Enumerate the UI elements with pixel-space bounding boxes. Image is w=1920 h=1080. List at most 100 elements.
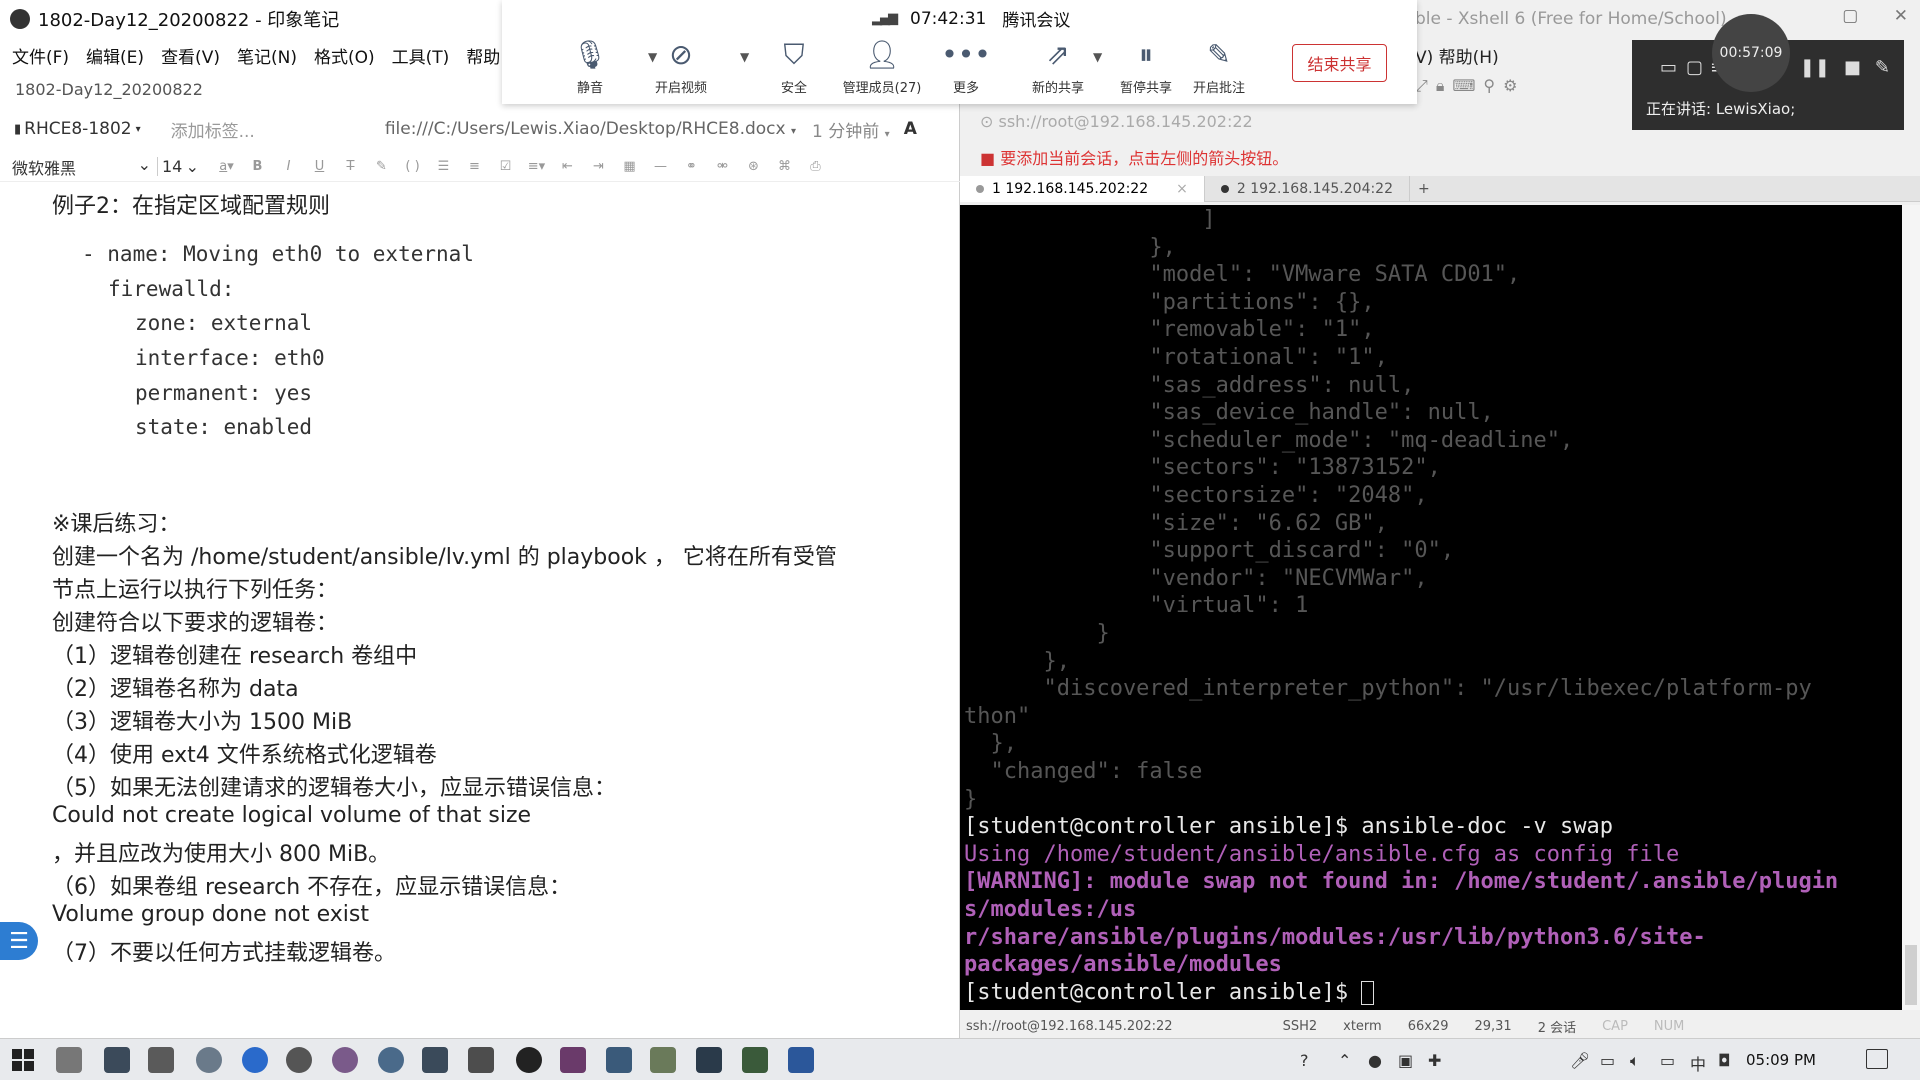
stop-icon[interactable]: ■	[1844, 57, 1861, 78]
security-button[interactable]: ⛉ 安全	[754, 38, 834, 96]
app-icon[interactable]	[742, 1047, 768, 1073]
print-icon[interactable]: ⎙	[800, 159, 831, 174]
tray-app-icon[interactable]: ▣	[1398, 1051, 1413, 1070]
video-button[interactable]: ⊘ 开启视频	[631, 38, 731, 96]
terminal-icon[interactable]	[696, 1047, 722, 1073]
file-explorer-icon[interactable]	[148, 1047, 174, 1073]
menu-edit[interactable]: 编辑(E)	[86, 43, 144, 68]
add-tab-icon[interactable]: +	[1418, 181, 1430, 197]
keyboard-icon[interactable]: ⌨	[1452, 76, 1483, 95]
numbered-list-icon[interactable]: ≡	[459, 159, 490, 174]
new-share-button[interactable]: ⇗ 新的共享	[1018, 38, 1098, 96]
scrollbar-thumb[interactable]	[1905, 945, 1917, 1005]
menu-format[interactable]: 格式(O)	[314, 43, 375, 68]
notebook-selector[interactable]: ▮ RHCE8-1802 ▾	[14, 119, 141, 139]
outdent-icon[interactable]: ⇤	[552, 159, 583, 174]
code-icon[interactable]: ( )	[397, 159, 428, 174]
align-icon[interactable]: ≡▾	[521, 159, 552, 174]
font-size-select[interactable]: 14 ⌄	[157, 157, 199, 176]
note-editor[interactable]: 例子2：在指定区域配置规则 - name: Moving eth0 to ext…	[0, 186, 955, 1038]
plugin-icon[interactable]: ⚙	[1503, 76, 1525, 95]
help-icon[interactable]: ?	[1300, 1051, 1309, 1070]
app-icon[interactable]	[286, 1047, 312, 1073]
note-source-url[interactable]: file:///C:/Users/Lewis.Xiao/Desktop/RHCE…	[385, 119, 796, 139]
bullet-list-icon[interactable]: ☰	[428, 159, 459, 174]
tab-session-1[interactable]: 1 192.168.145.202:22 ×	[960, 175, 1205, 202]
clear-format-icon[interactable]: ⌘	[769, 159, 800, 174]
chevron-down-icon[interactable]: ▼	[1093, 50, 1102, 64]
app-icon[interactable]	[650, 1047, 676, 1073]
unlink-icon[interactable]: ⚮	[707, 159, 738, 174]
app-icon[interactable]	[378, 1047, 404, 1073]
ime-icon[interactable]: 中	[1690, 1051, 1706, 1075]
tray-app-icon[interactable]: ●	[1368, 1051, 1382, 1070]
menu-tools[interactable]: 工具(T)	[392, 43, 450, 68]
taskbar-clock[interactable]: 05:09 PM	[1746, 1051, 1816, 1069]
terminal-scrollbar[interactable]	[1902, 205, 1920, 1010]
browser-icon[interactable]	[196, 1047, 222, 1073]
bold-icon[interactable]: B	[242, 159, 273, 174]
tray-app-icon[interactable]: ✚	[1428, 1051, 1441, 1070]
note-updated-time[interactable]: 1 分钟前 ▾	[812, 117, 890, 142]
minimize-icon[interactable]: ▭	[1660, 57, 1677, 78]
windows-start-icon[interactable]	[12, 1049, 34, 1071]
xshell-menu[interactable]: V) 帮助(H)	[1415, 43, 1499, 68]
more-button[interactable]: ••• 更多	[926, 38, 1006, 96]
tray-app-icon[interactable]: ◘	[1718, 1051, 1731, 1070]
app-icon[interactable]	[422, 1047, 448, 1073]
close-icon[interactable]: ×	[1176, 181, 1188, 197]
pause-share-button[interactable]: ⏸︎ 暂停共享	[1106, 38, 1186, 96]
window-icon[interactable]: ▢	[1686, 57, 1703, 78]
text-color-icon[interactable]: a▾	[211, 159, 242, 174]
manage-members-button[interactable]: 👤︎ 管理成员(27)	[832, 38, 932, 96]
highlight-icon[interactable]: ✎	[366, 159, 397, 174]
app-icon[interactable]	[560, 1047, 586, 1073]
pin-icon[interactable]: ⚲	[1483, 76, 1503, 95]
pen-icon[interactable]: ✎	[1875, 57, 1890, 78]
pause-icon[interactable]: ❚❚	[1800, 57, 1830, 78]
app-icon[interactable]	[104, 1047, 130, 1073]
task-view-icon[interactable]	[56, 1047, 82, 1073]
strikethrough-icon[interactable]: T	[335, 159, 366, 174]
italic-icon[interactable]: I	[273, 159, 304, 174]
word-icon[interactable]	[788, 1047, 814, 1073]
fullscreen-icon[interactable]: ⤢	[1415, 76, 1436, 95]
divider-icon[interactable]: —	[645, 159, 676, 174]
menu-file[interactable]: 文件(F)	[12, 43, 69, 68]
mute-button[interactable]: 🎙︎ 静音	[550, 38, 630, 96]
microphone-icon[interactable]: 🎤︎	[1570, 1051, 1590, 1070]
lock-icon[interactable]: 🔒︎	[1436, 76, 1453, 95]
obs-icon[interactable]	[516, 1047, 542, 1073]
annotate-button[interactable]: ✎ 开启批注	[1179, 38, 1259, 96]
outline-toggle-icon[interactable]: ☰	[0, 922, 38, 960]
encrypt-icon[interactable]: ⊛	[738, 159, 769, 174]
chevron-down-icon[interactable]: ▼	[740, 50, 749, 64]
maximize-icon[interactable]: ▢	[1842, 6, 1858, 26]
terminal[interactable]: ] }, "model": "VMware SATA CD01", "parti…	[960, 205, 1902, 1010]
session-address-bar[interactable]: ⊙ ssh://root@192.168.145.202:22	[980, 112, 1253, 131]
app-icon[interactable]	[468, 1047, 494, 1073]
font-family-select[interactable]: 微软雅黑 ⌄	[12, 155, 157, 179]
menu-help[interactable]: 帮助	[466, 43, 500, 68]
checkbox-icon[interactable]: ☑	[490, 159, 521, 174]
table-icon[interactable]: ▦	[614, 159, 645, 174]
note-title[interactable]: 1802-Day12_20200822	[15, 80, 203, 99]
tab-session-2[interactable]: 2 192.168.145.204:22	[1205, 175, 1411, 202]
volume-icon[interactable]: 🔈︎	[1630, 1051, 1640, 1071]
battery-icon[interactable]: ▭	[1600, 1051, 1615, 1070]
menu-note[interactable]: 笔记(N)	[237, 43, 297, 68]
menu-view[interactable]: 查看(V)	[161, 43, 220, 68]
indent-icon[interactable]: ⇥	[583, 159, 614, 174]
notification-icon[interactable]	[1866, 1049, 1888, 1069]
chevron-up-icon[interactable]: ⌃	[1338, 1051, 1351, 1070]
add-tag-input[interactable]: 添加标签...	[171, 117, 255, 142]
font-a-icon[interactable]: A	[904, 119, 917, 139]
app-icon[interactable]	[606, 1047, 632, 1073]
close-icon[interactable]: ✕	[1894, 6, 1908, 26]
app-icon[interactable]	[332, 1047, 358, 1073]
end-share-button[interactable]: 结束共享	[1292, 44, 1387, 82]
underline-icon[interactable]: U	[304, 159, 335, 174]
link-icon[interactable]: ⚭	[676, 159, 707, 174]
network-icon[interactable]: ▭	[1660, 1051, 1675, 1070]
edge-icon[interactable]	[242, 1047, 268, 1073]
